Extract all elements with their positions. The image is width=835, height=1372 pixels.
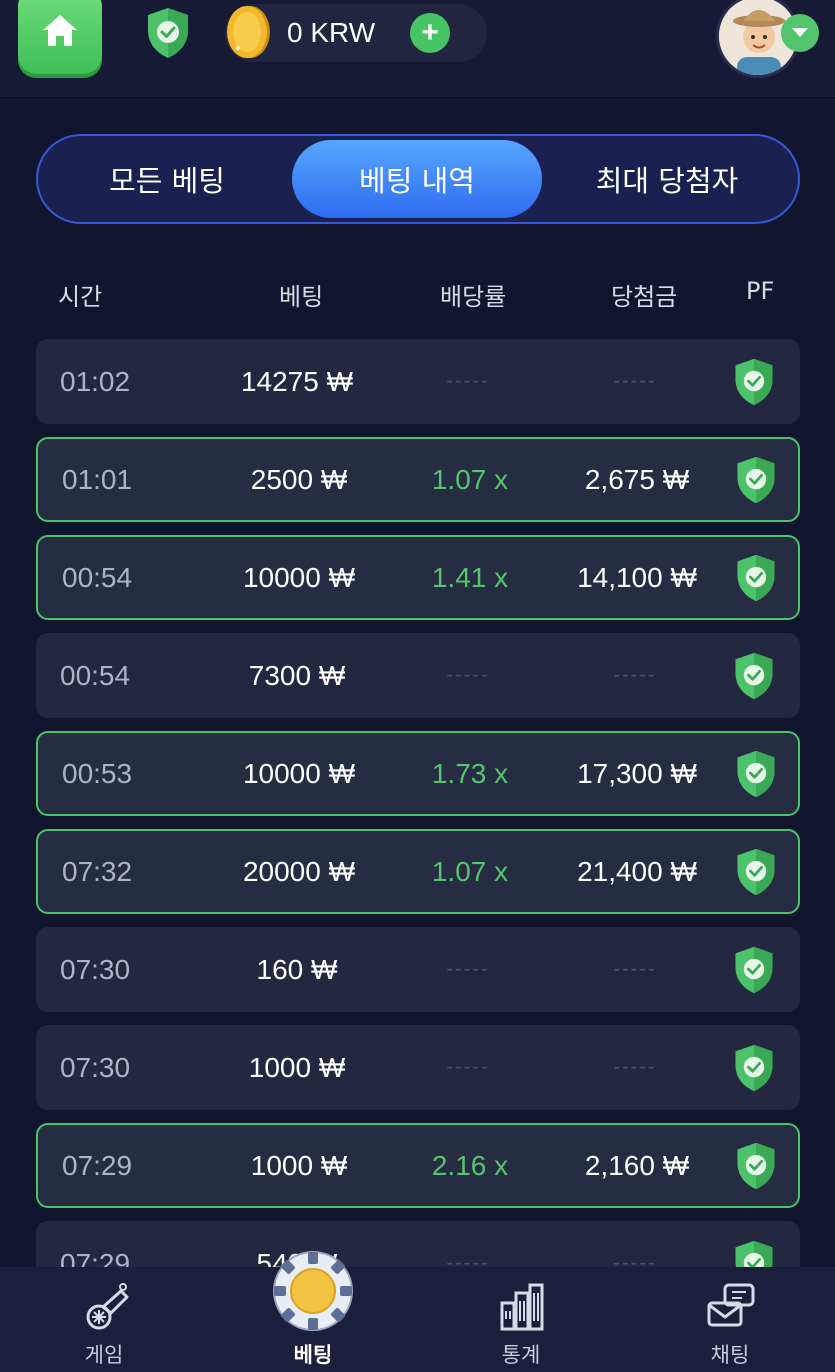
bottom-nav: 게임 베팅 통계 채팅 (0, 1267, 835, 1372)
row-time: 00:54 (60, 659, 131, 691)
row-time: 01:02 (60, 365, 131, 397)
shield-check-icon (735, 652, 773, 699)
balance-amount: 0 KRW (287, 17, 376, 48)
column-header-bet: 베팅 (279, 283, 324, 311)
row-payout: 2,675 ₩ (584, 463, 690, 495)
tab-my-bets[interactable]: 베팅 내역 (292, 140, 542, 218)
cannon-icon (86, 1283, 129, 1330)
shield-check-icon (737, 750, 775, 797)
provably-fair-button[interactable] (732, 831, 780, 912)
row-time: 00:53 (62, 757, 133, 789)
row-multiplier: ----- (446, 664, 490, 686)
tab-all-bets[interactable]: 모든 베팅 (42, 140, 292, 218)
table-row[interactable]: 07:29 1000 ₩ 2.16 x 2,160 ₩ (36, 1123, 800, 1208)
provably-fair-button[interactable] (732, 733, 780, 814)
table-row[interactable]: 00:54 7300 ₩ ----- ----- (36, 633, 800, 718)
row-payout: ----- (613, 958, 657, 980)
provably-fair-button[interactable] (730, 927, 778, 1012)
top-bar: 0 KRW + (0, 0, 835, 98)
row-multiplier: ----- (446, 370, 490, 392)
table-row[interactable]: 01:01 2500 ₩ 1.07 x 2,675 ₩ (36, 437, 800, 522)
row-bet-amount: 2500 ₩ (250, 463, 348, 495)
row-payout: 14,100 ₩ (577, 561, 697, 593)
nav-label-bets: 베팅 (293, 1343, 333, 1367)
table-row[interactable]: 07:32 20000 ₩ 1.07 x 21,400 ₩ (36, 829, 800, 914)
table-row[interactable]: 07:30 1000 ₩ ----- ----- (36, 1025, 800, 1110)
row-bet-amount: 1000 ₩ (250, 1149, 348, 1181)
chevron-down-icon (792, 28, 808, 37)
column-header-multiplier: 배당률 (440, 283, 507, 311)
row-multiplier: 1.07 x (431, 463, 509, 495)
row-bet-amount: 160 ₩ (256, 953, 338, 985)
provably-fair-button[interactable] (730, 633, 778, 718)
row-bet-amount: 20000 ₩ (242, 855, 356, 887)
shield-check-icon[interactable] (145, 6, 191, 60)
row-multiplier: ----- (446, 958, 490, 980)
row-bet-amount: 10000 ₩ (242, 757, 356, 789)
column-header-time: 시간 (58, 283, 103, 311)
shield-check-icon (737, 456, 775, 503)
tab-top-winners[interactable]: 최대 당첨자 (542, 140, 792, 218)
row-payout: ----- (613, 664, 657, 686)
nav-item-game[interactable]: 게임 (34, 1267, 174, 1372)
table-row[interactable]: 07:30 160 ₩ ----- ----- (36, 927, 800, 1012)
shield-check-icon (737, 848, 775, 895)
provably-fair-button[interactable] (732, 537, 780, 618)
row-multiplier: 1.07 x (431, 855, 509, 887)
chat-icon (707, 1283, 755, 1327)
row-bet-amount: 7300 ₩ (248, 659, 346, 691)
column-header-pf: PF (746, 277, 775, 305)
add-funds-button[interactable]: + (410, 13, 450, 53)
shield-check-icon (735, 946, 773, 993)
row-time: 01:01 (62, 463, 133, 495)
nav-label-game: 게임 (84, 1343, 124, 1367)
row-time: 07:32 (62, 855, 133, 887)
row-multiplier: 1.41 x (431, 561, 509, 593)
profile-menu-button[interactable] (781, 14, 819, 52)
row-time: 07:30 (60, 1051, 131, 1083)
nav-item-chat[interactable]: 채팅 (660, 1267, 800, 1372)
row-bet-amount: 1000 ₩ (248, 1051, 346, 1083)
row-bet-amount: 10000 ₩ (242, 561, 356, 593)
row-payout: 17,300 ₩ (577, 757, 697, 789)
home-icon (43, 15, 77, 46)
nav-label-stats: 통계 (501, 1343, 541, 1367)
row-payout: ----- (613, 1056, 657, 1078)
row-payout: 21,400 ₩ (577, 855, 697, 887)
row-multiplier: 1.73 x (431, 757, 509, 789)
row-time: 07:30 (60, 953, 131, 985)
row-bet-amount: 14275 ₩ (240, 365, 354, 397)
shield-check-icon (735, 358, 773, 405)
row-multiplier: 2.16 x (431, 1149, 509, 1181)
shield-check-icon (737, 1142, 775, 1189)
balance-pill: 0 KRW + (225, 4, 487, 62)
provably-fair-button[interactable] (732, 439, 780, 520)
row-multiplier: ----- (446, 1056, 490, 1078)
table-row[interactable]: 01:02 14275 ₩ ----- ----- (36, 339, 800, 424)
bet-tabs: 모든 베팅 베팅 내역 최대 당첨자 (36, 134, 800, 224)
chip-icon[interactable] (272, 1250, 354, 1332)
row-payout: 2,160 ₩ (584, 1149, 690, 1181)
row-time: 00:54 (62, 561, 133, 593)
home-button[interactable] (18, 0, 102, 74)
table-row[interactable]: 00:53 10000 ₩ 1.73 x 17,300 ₩ (36, 731, 800, 816)
buildings-icon (500, 1283, 544, 1331)
provably-fair-button[interactable] (732, 1125, 780, 1206)
nav-label-chat: 채팅 (710, 1343, 750, 1367)
provably-fair-button[interactable] (730, 1025, 778, 1110)
row-time: 07:29 (62, 1149, 133, 1181)
shield-check-icon (735, 1044, 773, 1091)
coin-icon (227, 6, 270, 58)
column-header-payout: 당첨금 (611, 283, 678, 311)
shield-check-icon (737, 554, 775, 601)
nav-item-stats[interactable]: 통계 (451, 1267, 591, 1372)
row-payout: ----- (613, 370, 657, 392)
provably-fair-button[interactable] (730, 339, 778, 424)
table-row[interactable]: 00:54 10000 ₩ 1.41 x 14,100 ₩ (36, 535, 800, 620)
